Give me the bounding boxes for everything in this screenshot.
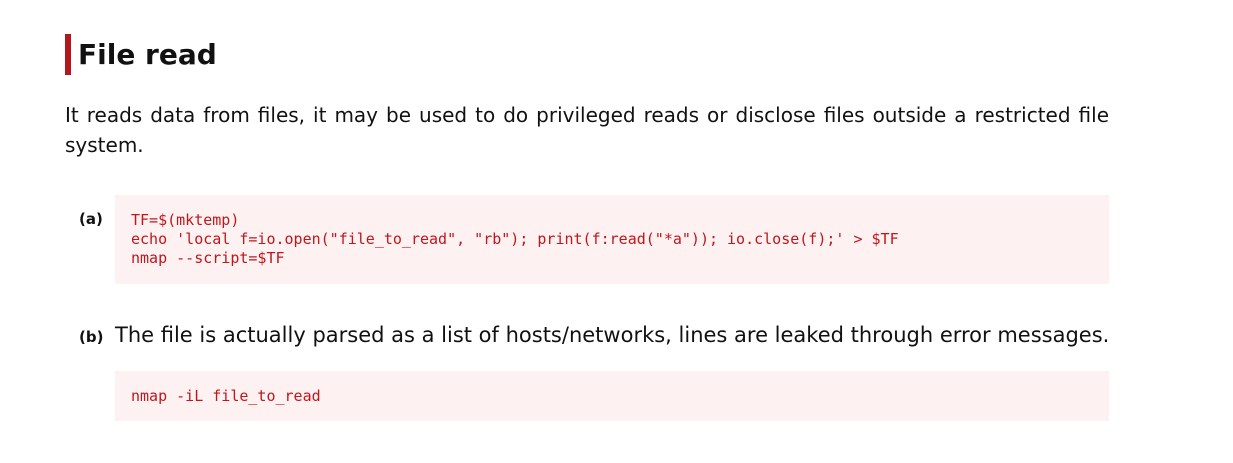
code-line: nmap --script=$TF xyxy=(131,249,285,267)
code-line: echo 'local f=io.open("file_to_read", "r… xyxy=(131,230,899,248)
item-label-b: (b) xyxy=(79,328,104,346)
code-line: nmap -iL file_to_read xyxy=(131,387,321,405)
item-description-b: The file is actually parsed as a list of… xyxy=(115,323,1110,347)
code-block-b[interactable]: nmap -iL file_to_read xyxy=(115,371,1109,421)
code-block-a[interactable]: TF=$(mktemp) echo 'local f=io.open("file_… xyxy=(115,195,1109,284)
code-line: TF=$(mktemp) xyxy=(131,211,240,229)
section-description: It reads data from files, it may be used… xyxy=(65,103,1109,157)
section-title: File read xyxy=(65,34,217,75)
item-label-a: (a) xyxy=(79,210,103,228)
